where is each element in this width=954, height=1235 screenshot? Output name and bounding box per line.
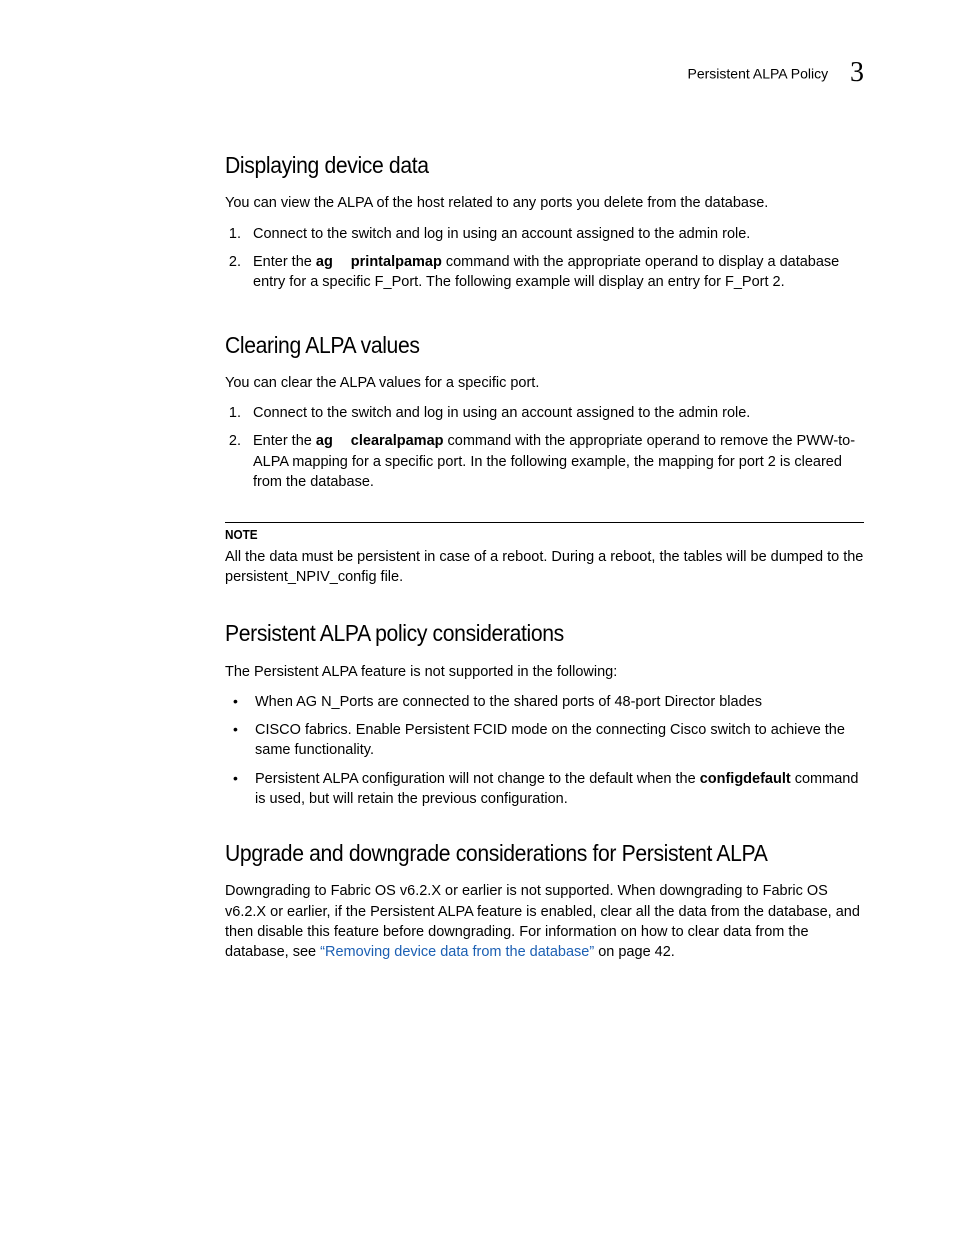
command: configdefault [700,771,791,787]
command: printalpamap [351,254,442,270]
heading-clearing: Clearing ALPA values [225,329,813,361]
section-clearing-alpa: Clearing ALPA values You can clear the A… [225,329,864,493]
running-header: Persistent ALPA Policy 3 [225,55,864,94]
divider [225,522,864,523]
text: command with the appropriate operand to … [253,433,855,490]
heading-upgrade: Upgrade and downgrade considerations for… [225,837,813,869]
section-considerations: Persistent ALPA policy considerations Th… [225,617,864,809]
ordered-list: Connect to the switch and log in using a… [225,403,864,492]
section-displaying-device-data: Displaying device data You can view the … [225,149,864,292]
text: Connect to the switch and log in using a… [253,405,750,421]
ordered-list: Connect to the switch and log in using a… [225,224,864,293]
list-item: Connect to the switch and log in using a… [245,403,864,423]
text: When AG N_Ports are connected to the sha… [255,694,762,710]
bullet-list: When AG N_Ports are connected to the sha… [225,692,864,809]
text: CISCO fabrics. Enable Persistent FCID mo… [255,722,845,758]
command: ag [316,433,333,449]
heading-considerations: Persistent ALPA policy considerations [225,617,813,649]
para: You can clear the ALPA values for a spec… [225,373,864,393]
text: command with the appropriate operand to … [253,254,839,290]
chapter-number: 3 [850,53,864,92]
note-label: NOTE [225,527,826,545]
text: Persistent ALPA configuration will not c… [255,771,700,787]
text: on page 42. [594,944,675,960]
list-item: Enter the ag clearalpamap command with th… [245,431,864,492]
list-item: Connect to the switch and log in using a… [245,224,864,244]
command: ag [316,254,333,270]
para: The Persistent ALPA feature is not suppo… [225,662,864,682]
cross-reference-link[interactable]: “Removing device data from the database” [320,944,594,960]
para: Downgrading to Fabric OS v6.2.X or earli… [225,881,864,962]
list-item: Persistent ALPA configuration will not c… [245,769,864,810]
list-item: Enter the ag printalpamap command with th… [245,252,864,293]
command: clearalpamap [351,433,444,449]
section-upgrade-downgrade: Upgrade and downgrade considerations for… [225,837,864,962]
text: Enter the [253,433,316,449]
para: You can view the ALPA of the host relate… [225,193,864,213]
text: Enter the [253,254,316,270]
list-item: CISCO fabrics. Enable Persistent FCID mo… [245,720,864,761]
list-item: When AG N_Ports are connected to the sha… [245,692,864,712]
text: Connect to the switch and log in using a… [253,226,750,242]
header-title: Persistent ALPA Policy [688,65,829,81]
note-body: All the data must be persistent in case … [225,547,864,588]
heading-displaying: Displaying device data [225,149,813,181]
page: Persistent ALPA Policy 3 Displaying devi… [0,0,954,1059]
